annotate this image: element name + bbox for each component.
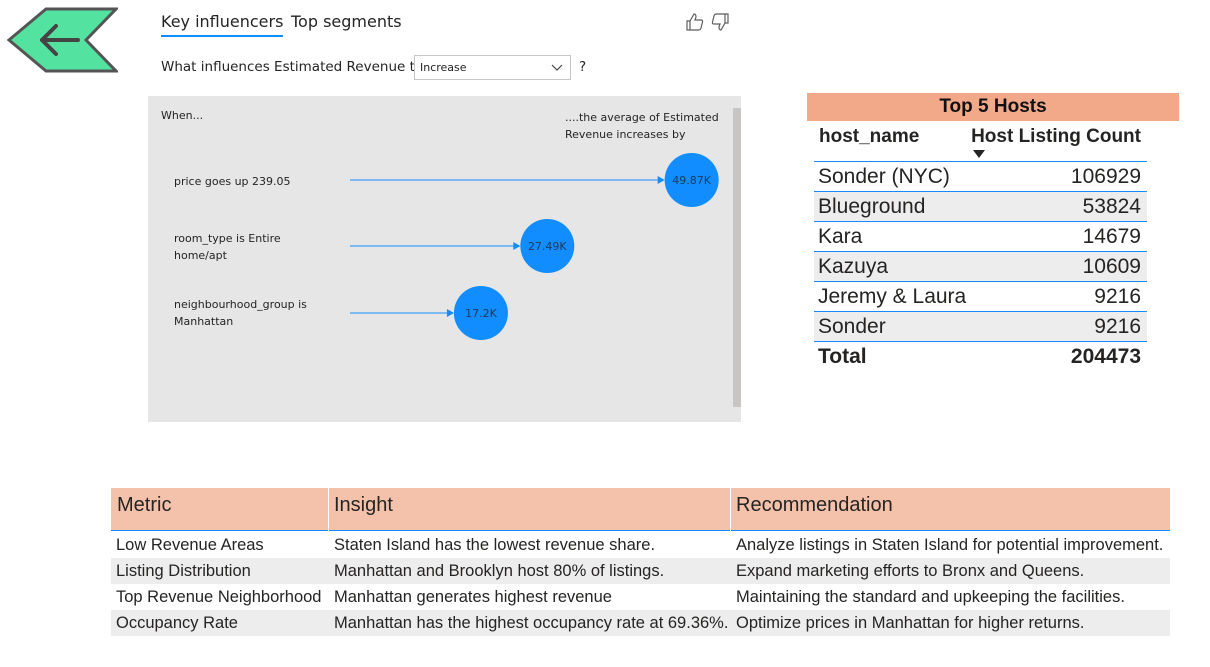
total-value: 204473 <box>1070 345 1141 368</box>
thumbs-down-icon[interactable] <box>710 12 730 32</box>
table-row: Sonder 9216 <box>814 312 1147 342</box>
metric-cell: Listing Distribution <box>116 562 251 580</box>
table-row: Kara 14679 <box>814 222 1147 252</box>
host-count-cell: 106929 <box>1070 165 1141 188</box>
host-count-cell: 9216 <box>1094 315 1141 338</box>
thumbs-up-icon[interactable] <box>685 12 705 32</box>
recommendation-cell: Analyze listings in Staten Island for po… <box>736 536 1164 554</box>
table-row: Occupancy Rate Manhattan has the highest… <box>111 610 1170 636</box>
column-insight[interactable]: Insight <box>334 494 393 517</box>
influence-value-label: 27.49K <box>528 240 567 253</box>
influence-value-label: 49.87K <box>672 174 711 187</box>
direction-select-value: Increase <box>420 61 467 74</box>
host-name-cell: Sonder (NYC) <box>818 165 950 188</box>
recommendation-cell: Optimize prices in Manhattan for higher … <box>736 614 1085 632</box>
table-row: Top Revenue Neighborhood Manhattan gener… <box>111 584 1170 610</box>
chevron-down-icon <box>551 64 563 71</box>
host-count-cell: 14679 <box>1082 225 1141 248</box>
back-button[interactable] <box>6 5 118 73</box>
host-name-cell: Jeremy & Laura <box>818 285 967 308</box>
top-hosts-header: host_name Host Listing Count <box>814 122 1147 162</box>
host-name-cell: Kazuya <box>818 255 889 278</box>
insight-cell: Staten Island has the lowest revenue sha… <box>334 536 656 554</box>
influence-value-label: 17.2K <box>465 307 497 320</box>
column-recommendation[interactable]: Recommendation <box>736 494 893 517</box>
insights-table: Metric Insight Recommendation Low Revenu… <box>111 488 1170 636</box>
table-row: Blueground 53824 <box>814 192 1147 222</box>
column-host-listing-count[interactable]: Host Listing Count <box>971 126 1141 148</box>
top-hosts-title: Top 5 Hosts <box>807 93 1179 121</box>
host-count-cell: 9216 <box>1094 285 1141 308</box>
recommendation-cell: Maintaining the standard and upkeeping t… <box>736 588 1125 606</box>
tab-top-segments[interactable]: Top segments <box>291 12 402 31</box>
column-metric[interactable]: Metric <box>117 494 171 517</box>
host-count-cell: 53824 <box>1082 195 1141 218</box>
table-row: Kazuya 10609 <box>814 252 1147 282</box>
influence-arrowhead <box>446 309 454 317</box>
tab-key-influencers[interactable]: Key influencers <box>161 12 284 37</box>
insight-cell: Manhattan and Brooklyn host 80% of listi… <box>334 562 665 580</box>
host-name-cell: Sonder <box>818 315 886 338</box>
table-row: Low Revenue Areas Staten Island has the … <box>111 532 1170 558</box>
metric-cell: Occupancy Rate <box>116 614 238 632</box>
insights-header: Metric Insight Recommendation <box>111 488 1170 531</box>
metric-cell: Top Revenue Neighborhood <box>116 588 322 606</box>
insight-cell: Manhattan generates highest revenue <box>334 588 612 606</box>
metric-cell: Low Revenue Areas <box>116 536 264 554</box>
recommendation-cell: Expand marketing efforts to Bronx and Qu… <box>736 562 1085 580</box>
host-name-cell: Kara <box>818 225 863 248</box>
question-mark: ? <box>579 59 587 75</box>
top-hosts-table: host_name Host Listing Count Sonder (NYC… <box>814 122 1147 372</box>
host-count-cell: 10609 <box>1082 255 1141 278</box>
total-row: Total 204473 <box>814 342 1147 372</box>
influencers-chart: 49.87K 27.49K 17.2K <box>350 153 719 340</box>
influence-arrowhead <box>513 242 521 250</box>
influence-arrowhead <box>657 176 665 184</box>
back-arrow-icon <box>6 7 118 73</box>
influence-question: What influences Estimated Revenue to <box>161 59 424 75</box>
table-row: Sonder (NYC) 106929 <box>814 162 1147 192</box>
table-row: Jeremy & Laura 9216 <box>814 282 1147 312</box>
column-host-name[interactable]: host_name <box>819 126 919 148</box>
table-row: Listing Distribution Manhattan and Brook… <box>111 558 1170 584</box>
sort-descending-icon[interactable] <box>973 150 985 158</box>
host-name-cell: Blueground <box>818 195 926 218</box>
total-label: Total <box>818 345 867 368</box>
insight-cell: Manhattan has the highest occupancy rate… <box>334 614 729 632</box>
direction-select[interactable]: Increase <box>414 55 571 80</box>
